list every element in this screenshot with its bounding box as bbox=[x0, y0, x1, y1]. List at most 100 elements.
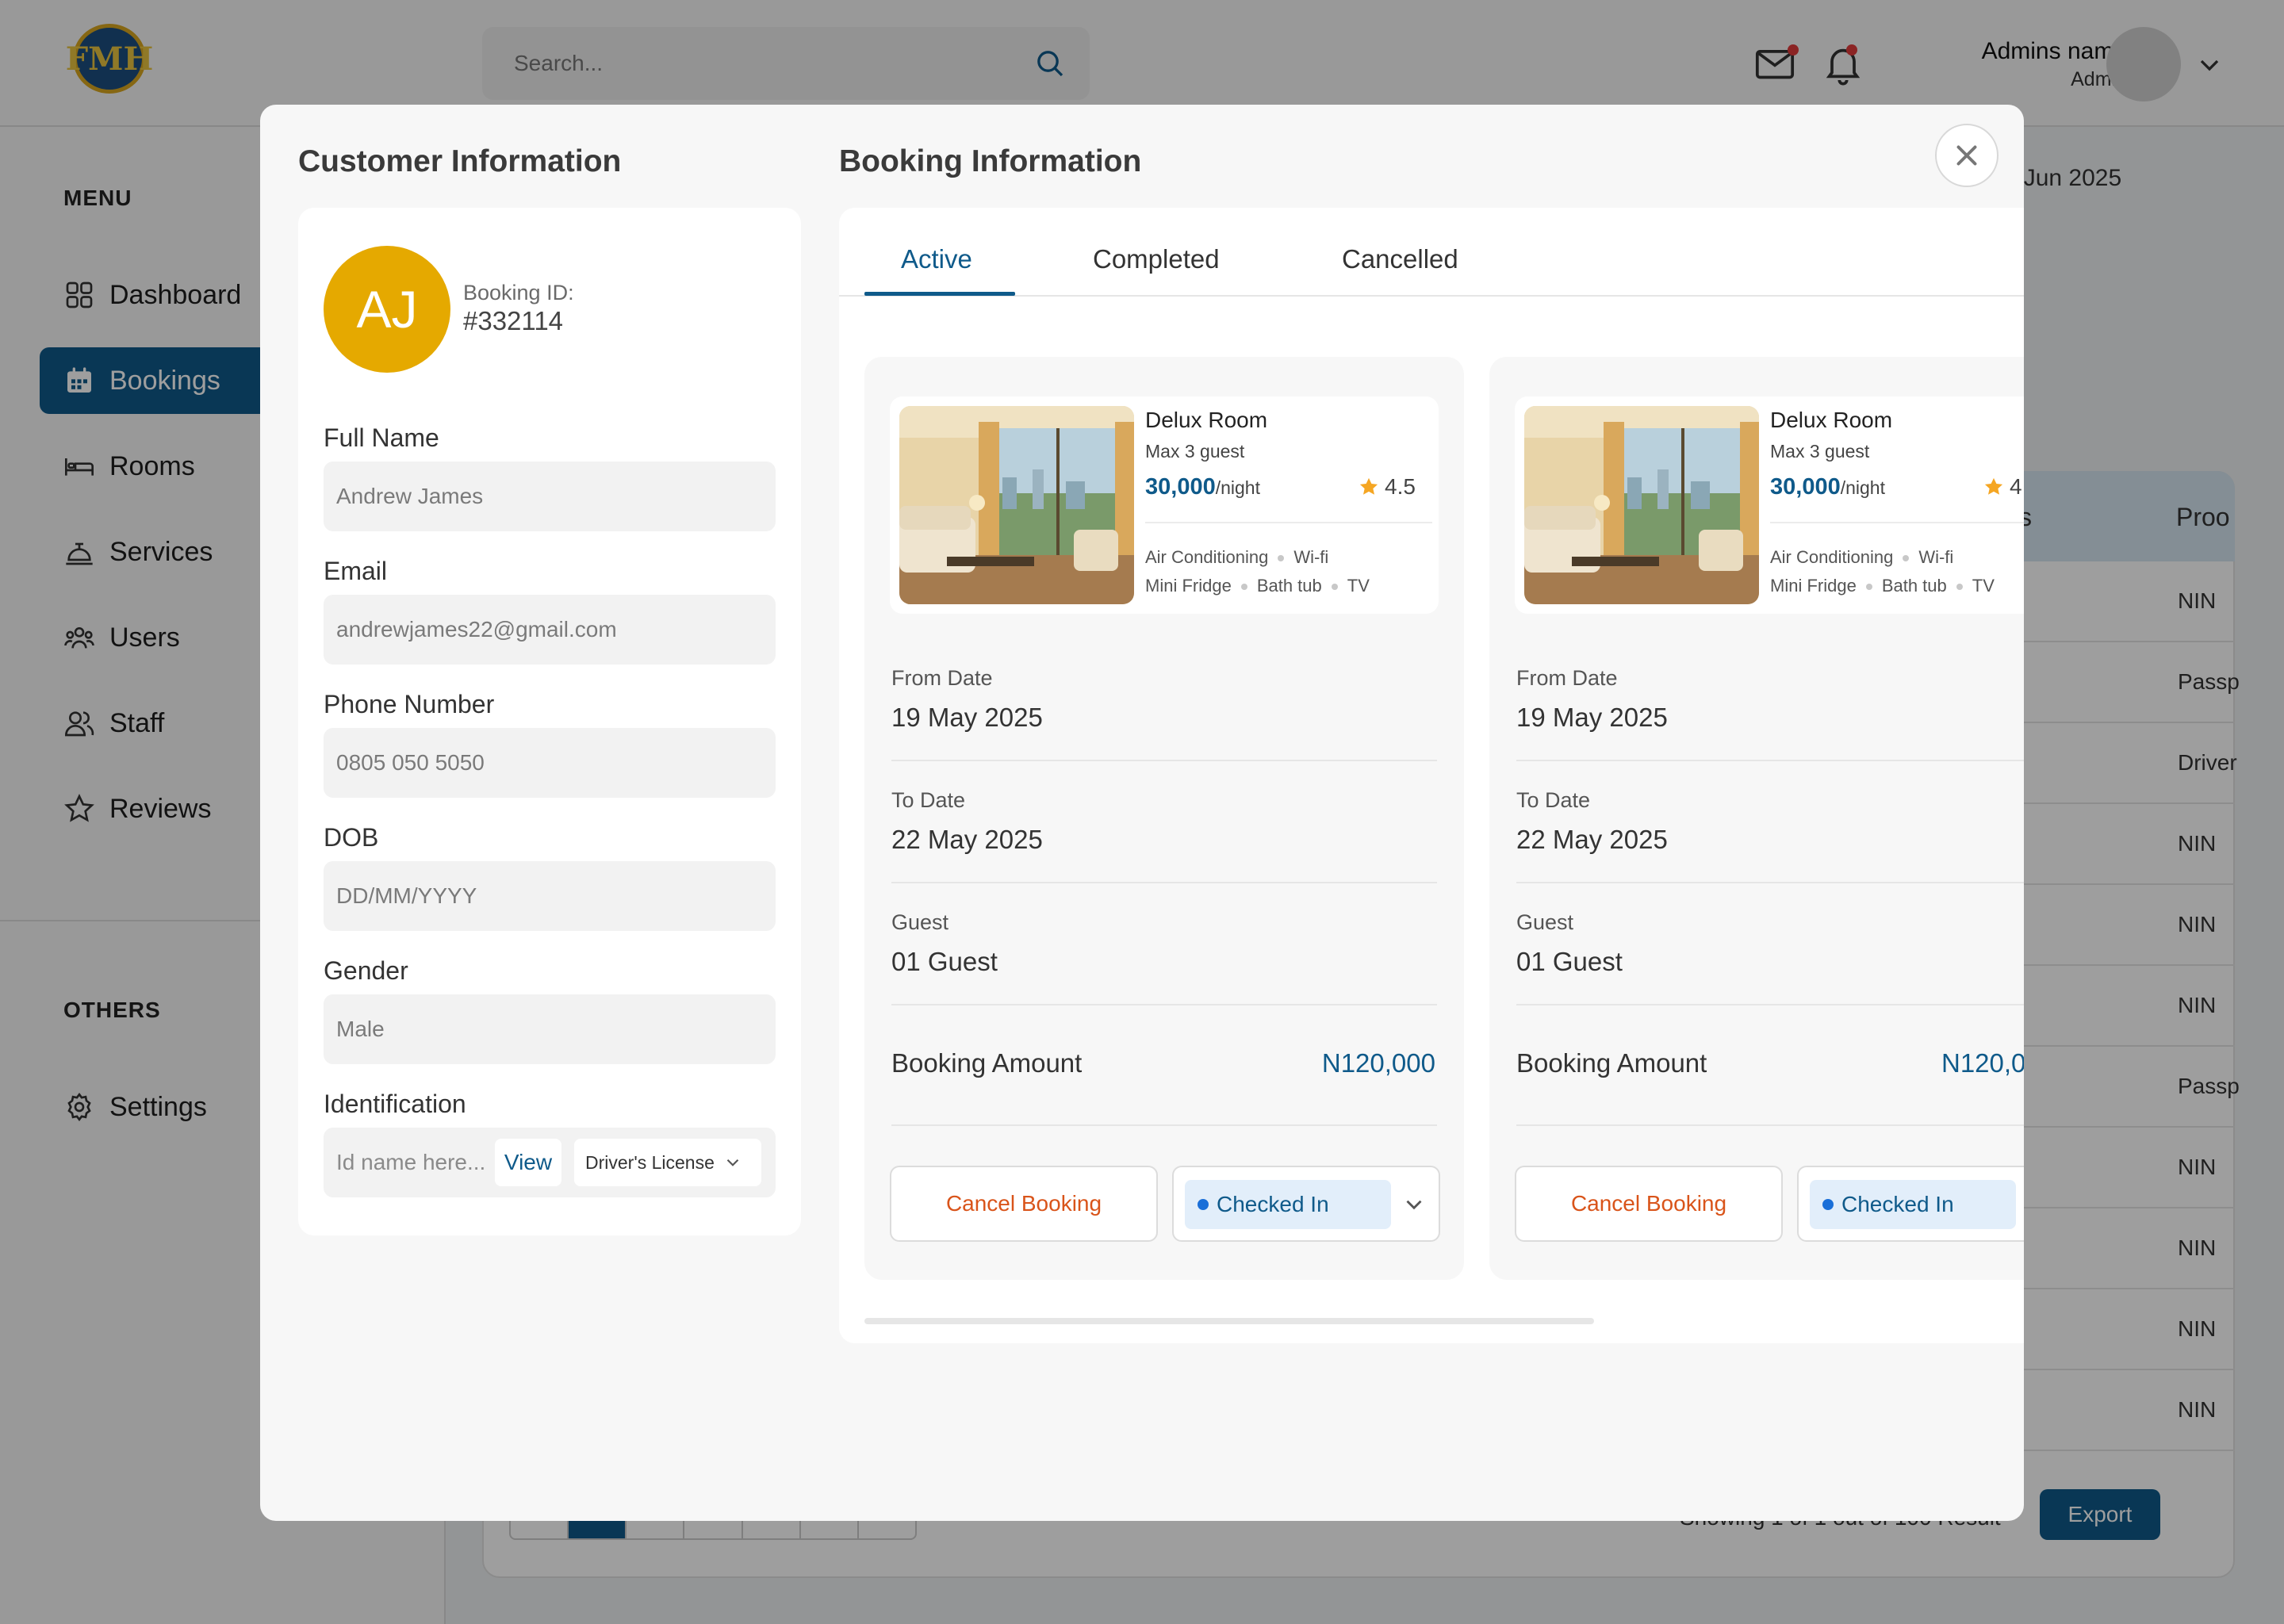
id-type-select[interactable]: Driver's License bbox=[574, 1139, 761, 1186]
amenities-row: Mini Fridge Bath tub TV bbox=[1145, 576, 1370, 596]
to-date-value: 22 May 2025 bbox=[891, 825, 1043, 854]
room-name: Delux Room bbox=[1770, 408, 1893, 432]
booking-amount-label: Booking Amount bbox=[891, 1048, 1083, 1078]
amenities-row: Air Conditioning Wi-fi bbox=[1770, 547, 1953, 568]
status-text: Checked In bbox=[1217, 1192, 1329, 1216]
booking-item: Delux Room Max 3 guest 30,000/night 4 Ai… bbox=[1489, 357, 2024, 1280]
from-date-value: 19 May 2025 bbox=[891, 703, 1043, 732]
room-divider bbox=[1770, 522, 2024, 523]
full-name-label: Full Name bbox=[324, 423, 439, 452]
price-value: 30,000 bbox=[1145, 474, 1216, 500]
gender-label: Gender bbox=[324, 956, 408, 985]
amenity: TV bbox=[1972, 576, 1995, 596]
amenity: Mini Fridge bbox=[1770, 576, 1857, 596]
field-divider bbox=[891, 760, 1437, 761]
status-dot bbox=[1822, 1199, 1834, 1210]
amenity: TV bbox=[1347, 576, 1370, 596]
status-dot bbox=[1198, 1199, 1209, 1210]
id-type-value: Driver's License bbox=[585, 1151, 715, 1173]
booking-cards-viewport: Delux Room Max 3 guest 30,000/night 4.5 … bbox=[839, 208, 2024, 1343]
from-date-label: From Date bbox=[1516, 666, 1618, 690]
gender-field[interactable]: Male bbox=[324, 994, 776, 1064]
booking-info-title: Booking Information bbox=[839, 144, 1142, 178]
room-max-guest: Max 3 guest bbox=[1770, 441, 1870, 462]
email-label: Email bbox=[324, 557, 388, 585]
phone-label: Phone Number bbox=[324, 690, 495, 718]
amenities-row: Mini Fridge Bath tub TV bbox=[1770, 576, 1995, 596]
guest-label: Guest bbox=[1516, 910, 1574, 934]
view-id-button[interactable]: View bbox=[495, 1139, 561, 1186]
status-text: Checked In bbox=[1841, 1192, 1954, 1216]
amenities-row: Air Conditioning Wi-fi bbox=[1145, 547, 1328, 568]
amenity: Mini Fridge bbox=[1145, 576, 1232, 596]
rating-value: 4 bbox=[2010, 474, 2022, 499]
amenity: Wi-fi bbox=[1293, 547, 1329, 567]
full-name-field[interactable]: Andrew James bbox=[324, 462, 776, 531]
booking-id-label: Booking ID: bbox=[463, 281, 574, 304]
room-price: 30,000/night bbox=[1770, 474, 1885, 500]
room-summary[interactable]: Delux Room Max 3 guest 30,000/night 4 Ai… bbox=[1515, 396, 2024, 614]
cancel-booking-button[interactable]: Cancel Booking bbox=[1515, 1166, 1783, 1242]
to-date-label: To Date bbox=[1516, 788, 1591, 812]
star-filled-icon bbox=[1984, 477, 2003, 495]
customer-info-title: Customer Information bbox=[298, 144, 622, 178]
room-rating: 4 bbox=[1983, 474, 2022, 500]
booking-amount-value: N120,000 bbox=[1321, 1048, 1435, 1078]
amenity: Air Conditioning bbox=[1145, 547, 1269, 567]
room-price: 30,000/night bbox=[1145, 474, 1260, 500]
room-max-guest: Max 3 guest bbox=[1145, 441, 1245, 462]
to-date-label: To Date bbox=[891, 788, 966, 812]
price-value: 30,000 bbox=[1770, 474, 1841, 500]
cancel-booking-button[interactable]: Cancel Booking bbox=[890, 1166, 1158, 1242]
guest-label: Guest bbox=[891, 910, 949, 934]
dob-label: DOB bbox=[324, 823, 379, 852]
identification-field: Id name here... View Driver's License bbox=[324, 1128, 776, 1197]
to-date-value: 22 May 2025 bbox=[1516, 825, 1668, 854]
field-divider bbox=[891, 882, 1437, 883]
field-divider bbox=[1516, 1124, 2024, 1126]
room-photo bbox=[1524, 406, 1759, 604]
field-divider bbox=[1516, 1004, 2024, 1005]
status-badge: Checked In bbox=[1810, 1180, 2016, 1229]
room-image bbox=[1524, 406, 1759, 604]
identification-label: Identification bbox=[324, 1090, 466, 1118]
email-field[interactable]: andrewjames22@gmail.com bbox=[324, 595, 776, 665]
rating-value: 4.5 bbox=[1385, 474, 1416, 499]
close-icon bbox=[1956, 145, 1977, 166]
booking-id-value: #332114 bbox=[463, 306, 564, 335]
customer-avatar: AJ bbox=[324, 246, 450, 373]
amenity: Bath tub bbox=[1881, 576, 1947, 596]
star-filled-icon bbox=[1359, 477, 1378, 495]
room-name: Delux Room bbox=[1145, 408, 1268, 432]
field-divider bbox=[891, 1124, 1437, 1126]
booking-status-select[interactable]: Checked In bbox=[1797, 1166, 2024, 1242]
phone-field[interactable]: 0805 050 5050 bbox=[324, 728, 776, 798]
field-divider bbox=[891, 1004, 1437, 1005]
field-divider bbox=[1516, 882, 2024, 883]
field-divider bbox=[1516, 760, 2024, 761]
amenity: Wi-fi bbox=[1918, 547, 1954, 567]
price-unit: /night bbox=[1215, 477, 1260, 498]
room-photo bbox=[899, 406, 1134, 604]
booking-status-select[interactable]: Checked In bbox=[1172, 1166, 1440, 1242]
booking-amount-label: Booking Amount bbox=[1516, 1048, 1707, 1078]
guest-value: 01 Guest bbox=[891, 947, 998, 976]
close-modal-button[interactable] bbox=[1935, 124, 1998, 187]
chevron-down-icon bbox=[726, 1159, 739, 1166]
room-divider bbox=[1145, 522, 1432, 523]
status-badge: Checked In bbox=[1185, 1180, 1391, 1229]
room-rating: 4.5 bbox=[1358, 474, 1416, 500]
dob-field[interactable]: DD/MM/YYYY bbox=[324, 861, 776, 931]
booking-item: Delux Room Max 3 guest 30,000/night 4.5 … bbox=[864, 357, 1464, 1280]
amenity: Air Conditioning bbox=[1770, 547, 1894, 567]
from-date-label: From Date bbox=[891, 666, 993, 690]
price-unit: /night bbox=[1840, 477, 1885, 498]
booking-amount-value: N120,0 bbox=[1941, 1048, 2024, 1078]
amenity: Bath tub bbox=[1256, 576, 1322, 596]
id-name-input[interactable]: Id name here... bbox=[336, 1150, 485, 1175]
from-date-value: 19 May 2025 bbox=[1516, 703, 1668, 732]
horizontal-scrollbar[interactable] bbox=[864, 1318, 1594, 1324]
room-summary[interactable]: Delux Room Max 3 guest 30,000/night 4.5 … bbox=[890, 396, 1439, 614]
room-image bbox=[899, 406, 1134, 604]
chevron-down-icon bbox=[1406, 1200, 1422, 1210]
